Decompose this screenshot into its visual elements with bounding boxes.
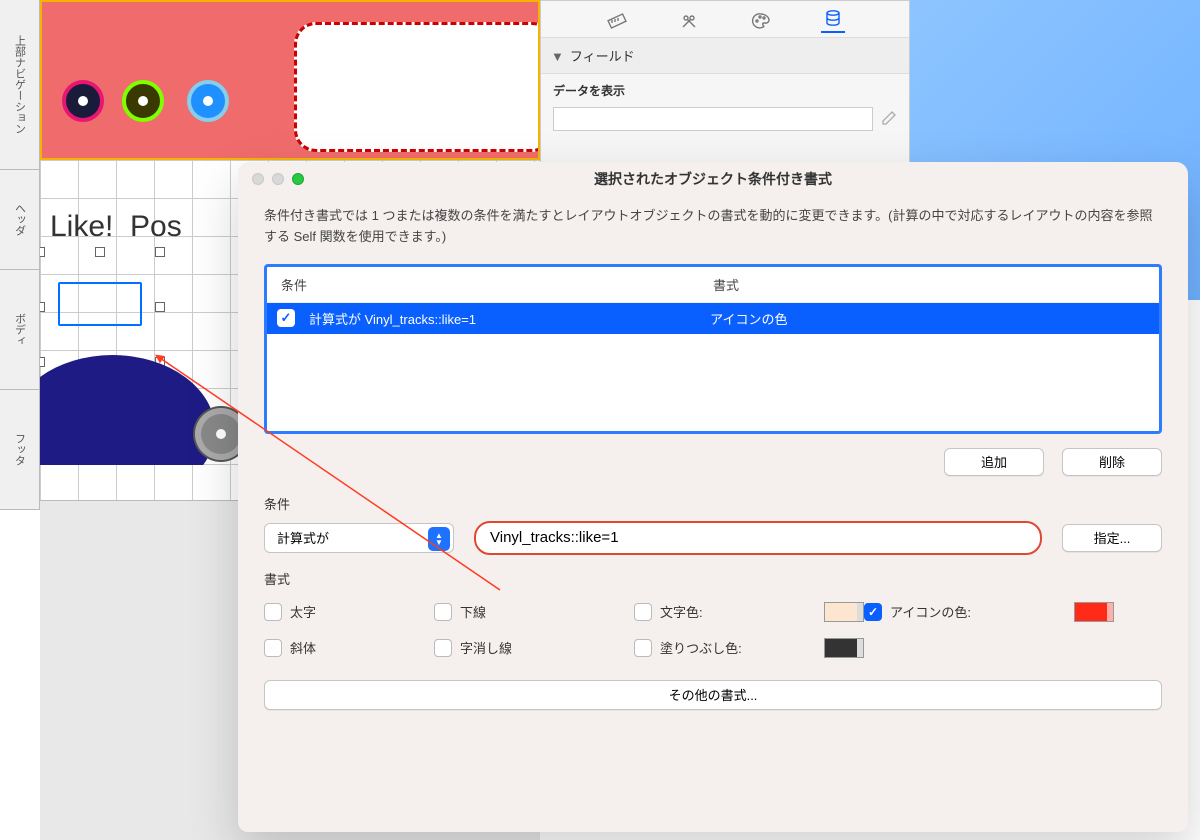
- bold-label: 太字: [290, 602, 316, 621]
- tools-icon[interactable]: [677, 9, 701, 33]
- selected-object[interactable]: [40, 252, 160, 362]
- header-band: [40, 0, 540, 160]
- record-icon-3[interactable]: [187, 80, 229, 122]
- icon-color-swatch[interactable]: [1074, 602, 1114, 622]
- format-options-grid: 太字 下線 文字色: ✓ アイコンの色: 斜体 字消し線 塗りつぶし色:: [264, 602, 1162, 658]
- record-icon-1[interactable]: [62, 80, 104, 122]
- rail-header[interactable]: ヘッダ: [0, 170, 39, 270]
- condition-type-select[interactable]: 計算式が ▲▼: [264, 523, 454, 553]
- text-color-swatch[interactable]: [824, 602, 864, 622]
- rail-body[interactable]: ボディ: [0, 270, 39, 390]
- fill-color-swatch[interactable]: [824, 638, 864, 658]
- other-format-button[interactable]: その他の書式...: [264, 680, 1162, 710]
- underline-label: 下線: [460, 602, 486, 621]
- dialog-description: 条件付き書式では 1 つまたは複数の条件を満たすとレイアウトオブジェクトの書式を…: [264, 206, 1162, 248]
- specify-button[interactable]: 指定...: [1062, 524, 1162, 552]
- rail-top-navigation[interactable]: 上部ナビゲーション: [0, 0, 39, 170]
- select-arrows-icon: ▲▼: [428, 527, 450, 551]
- palette-icon[interactable]: [749, 9, 773, 33]
- format-section-label: 書式: [264, 569, 1162, 588]
- dashed-placeholder[interactable]: [294, 22, 540, 152]
- underline-checkbox[interactable]: [434, 603, 452, 621]
- text-color-label: 文字色:: [660, 602, 703, 621]
- row-enabled-checkbox[interactable]: ✓: [277, 309, 295, 327]
- row-format-text: アイコンの色: [710, 309, 1149, 328]
- rail-footer[interactable]: フッタ: [0, 390, 39, 510]
- strike-label: 字消し線: [460, 638, 512, 657]
- dialog-titlebar[interactable]: 選択されたオブジェクト条件付き書式: [238, 162, 1188, 196]
- condition-list-header: 条件 書式: [267, 267, 1159, 303]
- like-label: Like! Pos: [50, 210, 182, 244]
- text-color-checkbox[interactable]: [634, 603, 652, 621]
- dialog-title: 選択されたオブジェクト条件付き書式: [238, 169, 1188, 189]
- row-condition-text: 計算式が Vinyl_tracks::like=1: [309, 309, 710, 328]
- add-button[interactable]: 追加: [944, 448, 1044, 476]
- inspector-section-field[interactable]: ▼フィールド: [541, 38, 909, 74]
- inspector-field-row: [553, 107, 897, 131]
- disclosure-triangle-icon: ▼: [551, 49, 564, 64]
- icon-color-label: アイコンの色:: [890, 602, 971, 621]
- condition-section-label: 条件: [264, 494, 1162, 513]
- fill-color-checkbox[interactable]: [634, 639, 652, 657]
- inspector-panel: ▼フィールド データを表示: [540, 0, 910, 170]
- expression-input[interactable]: [490, 529, 1026, 546]
- delete-button[interactable]: 削除: [1062, 448, 1162, 476]
- pencil-icon[interactable]: [881, 110, 897, 129]
- column-condition-label: 条件: [281, 275, 713, 294]
- inspector-tabs: [541, 1, 909, 38]
- italic-label: 斜体: [290, 638, 316, 657]
- strike-checkbox[interactable]: [434, 639, 452, 657]
- inspector-data-input[interactable]: [553, 107, 873, 131]
- expression-input-wrapper: [474, 521, 1042, 555]
- italic-checkbox[interactable]: [264, 639, 282, 657]
- resize-handle[interactable]: [155, 247, 165, 257]
- selected-object-inner: [58, 282, 142, 326]
- condition-list[interactable]: 条件 書式 ✓ 計算式が Vinyl_tracks::like=1 アイコンの色: [264, 264, 1162, 434]
- ruler-icon[interactable]: [605, 9, 629, 33]
- layout-parts-rail: 上部ナビゲーション ヘッダ ボディ フッタ: [0, 0, 40, 510]
- icon-color-checkbox[interactable]: ✓: [864, 603, 882, 621]
- conditional-format-dialog: 選択されたオブジェクト条件付き書式 条件付き書式では 1 つまたは複数の条件を満…: [238, 162, 1188, 832]
- condition-type-value: 計算式が: [277, 528, 329, 547]
- record-icon-2[interactable]: [122, 80, 164, 122]
- bold-checkbox[interactable]: [264, 603, 282, 621]
- column-format-label: 書式: [713, 275, 1145, 294]
- resize-handle[interactable]: [155, 302, 165, 312]
- resize-handle[interactable]: [95, 247, 105, 257]
- database-icon[interactable]: [821, 9, 845, 33]
- inspector-show-data-label: データを表示: [541, 74, 909, 107]
- condition-row-1[interactable]: ✓ 計算式が Vinyl_tracks::like=1 アイコンの色: [267, 303, 1159, 334]
- fill-color-label: 塗りつぶし色:: [660, 638, 742, 657]
